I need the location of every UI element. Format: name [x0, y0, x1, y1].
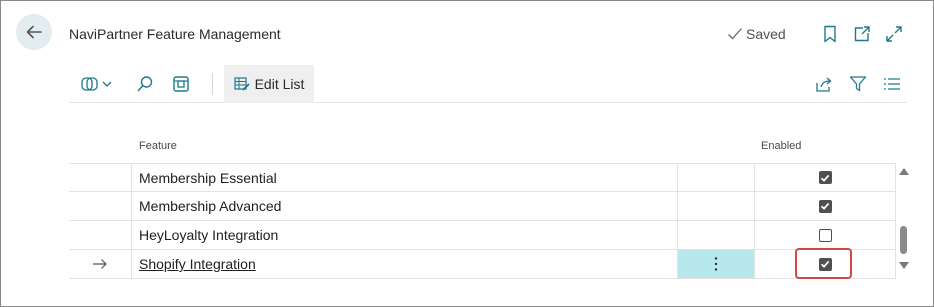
enabled-checkbox[interactable] [818, 199, 832, 213]
share-icon[interactable] [814, 74, 834, 94]
feature-name: Membership Essential [139, 169, 277, 186]
save-status-label: Saved [746, 26, 786, 42]
enabled-cell [755, 192, 896, 220]
table-row[interactable]: HeyLoyalty Integration [69, 221, 896, 250]
column-header-feature[interactable]: Feature [139, 140, 177, 152]
row-selector[interactable] [69, 221, 132, 249]
action-bar: Edit List [69, 65, 907, 103]
enabled-cell [755, 164, 896, 191]
row-selector[interactable] [69, 192, 132, 220]
feature-cell[interactable]: Shopify Integration [132, 250, 678, 278]
column-header-enabled[interactable]: Enabled [761, 140, 801, 152]
edit-list-button[interactable]: Edit List [224, 65, 314, 103]
row-menu-cell[interactable] [678, 192, 755, 220]
row-selector[interactable] [69, 164, 132, 191]
arrow-left-icon [26, 25, 42, 39]
current-row-arrow-icon [93, 259, 107, 269]
edit-list-label: Edit List [254, 76, 305, 92]
vertical-scrollbar[interactable] [897, 165, 910, 273]
edit-list-icon [233, 77, 250, 91]
page-title: NaviPartner Feature Management [69, 26, 281, 42]
feature-name: HeyLoyalty Integration [139, 227, 279, 243]
feature-link[interactable]: Shopify Integration [139, 256, 256, 272]
scroll-thumb[interactable] [900, 226, 907, 254]
back-button[interactable] [16, 14, 52, 50]
check-icon [820, 174, 830, 182]
feature-cell[interactable]: Membership Advanced [132, 192, 678, 220]
bookmark-icon[interactable] [820, 24, 840, 44]
feature-cell[interactable]: HeyLoyalty Integration [132, 221, 678, 249]
views-dropdown-icon[interactable] [81, 74, 115, 94]
table-row[interactable]: Membership Advanced [69, 192, 896, 221]
scroll-up-arrow[interactable] [899, 168, 909, 175]
check-icon [820, 202, 830, 210]
row-menu-cell[interactable] [678, 250, 755, 278]
highlight-annotation [795, 248, 852, 279]
expand-icon[interactable] [884, 24, 904, 44]
open-new-window-icon[interactable] [852, 24, 872, 44]
scroll-down-arrow[interactable] [899, 262, 909, 269]
row-menu-cell[interactable] [678, 164, 755, 191]
row-menu-cell[interactable] [678, 221, 755, 249]
feature-name: Membership Advanced [139, 198, 282, 214]
window-frame: NaviPartner Feature Management Saved Edi… [0, 0, 934, 307]
feature-cell[interactable]: Membership Essential [132, 164, 678, 191]
enabled-checkbox[interactable] [818, 228, 832, 242]
filter-icon[interactable] [848, 74, 868, 94]
table-row[interactable]: Membership Essential [69, 163, 896, 192]
checkmark-icon [728, 28, 742, 40]
enabled-cell [755, 221, 896, 249]
analysis-icon[interactable] [171, 74, 191, 94]
list-view-icon[interactable] [882, 74, 902, 94]
save-status: Saved [727, 26, 786, 42]
row-selector[interactable] [69, 250, 132, 278]
search-icon[interactable] [135, 74, 155, 94]
more-options-icon[interactable] [714, 256, 718, 272]
enabled-checkbox[interactable] [818, 171, 832, 184]
feature-table: Membership Essential Membership Advanced… [69, 163, 896, 279]
toolbar-divider [212, 73, 213, 95]
table-row-selected[interactable]: Shopify Integration [69, 250, 896, 279]
